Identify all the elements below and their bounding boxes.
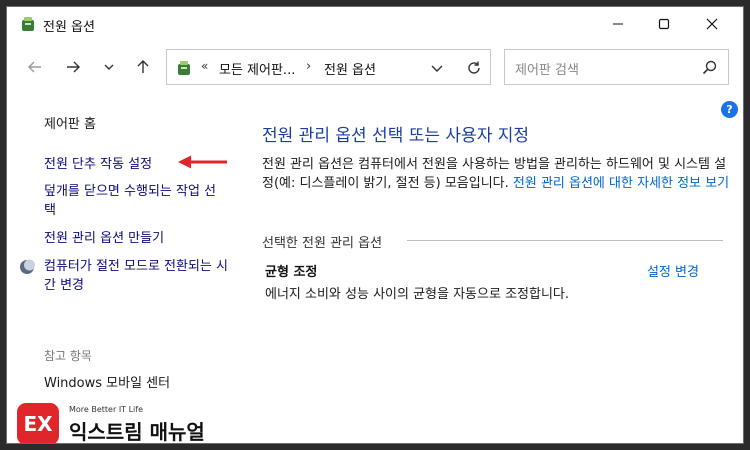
close-icon <box>706 18 718 30</box>
minimize-icon <box>613 23 623 25</box>
brand-watermark: EX More Better IT Life 익스트림 매뉴얼 <box>17 403 209 444</box>
up-button[interactable] <box>129 53 157 81</box>
arrow-left-icon <box>28 61 41 73</box>
minimize-button[interactable] <box>595 7 641 41</box>
page-description: 전원 관리 옵션은 컴퓨터에서 전원을 사용하는 방법을 관리하는 하드웨어 및… <box>262 155 732 193</box>
see-also-heading: 참고 항목 <box>44 349 92 363</box>
forward-button[interactable] <box>59 53 87 81</box>
refresh-icon[interactable] <box>465 59 483 77</box>
brand-logo: EX <box>17 403 59 443</box>
title-bar: 전원 옵션 <box>7 7 743 41</box>
window-title: 전원 옵션 <box>43 20 95 35</box>
arrow-up-icon <box>137 60 149 73</box>
maximize-button[interactable] <box>641 7 687 41</box>
power-options-address-icon <box>178 61 190 75</box>
chevron-down-icon <box>104 64 114 70</box>
chevron-down-icon[interactable] <box>429 60 445 76</box>
sidebar-item-lid-close-action[interactable]: 덮개를 닫으면 수행되는 작업 선택 <box>44 182 224 220</box>
power-options-window: 전원 옵션 « 모든 제어판... › 전원 옵션 제어판 검색 ? 제어판 홈… <box>6 6 744 444</box>
power-options-app-icon <box>22 17 34 31</box>
moon-icon <box>20 259 35 274</box>
recent-locations-button[interactable] <box>95 53 123 81</box>
help-icon[interactable]: ? <box>721 101 738 118</box>
brand-name: 익스트림 매뉴얼 <box>69 420 205 444</box>
red-arrow-annotation <box>178 155 227 169</box>
breadcrumb-power-options[interactable]: 전원 옵션 <box>324 59 376 78</box>
breadcrumb-separator[interactable]: › <box>306 59 311 74</box>
breadcrumb-all-control-panel[interactable]: 모든 제어판... <box>219 59 295 78</box>
search-icon[interactable] <box>701 59 719 77</box>
plan-name: 균형 조정 <box>265 265 318 280</box>
plan-description: 에너지 소비와 성능 사이의 균형을 자동으로 조정합니다. <box>265 287 570 302</box>
see-also-windows-mobility-center[interactable]: Windows 모바일 센터 <box>44 374 170 393</box>
arrow-right-icon <box>67 61 80 73</box>
search-box[interactable]: 제어판 검색 <box>504 49 729 85</box>
change-plan-settings-link[interactable]: 설정 변경 <box>647 261 699 280</box>
address-bar[interactable]: « 모든 제어판... › 전원 옵션 <box>166 49 491 85</box>
close-button[interactable] <box>689 7 735 41</box>
search-input[interactable]: 제어판 검색 <box>515 59 579 78</box>
maximize-icon <box>658 18 670 30</box>
back-button[interactable] <box>21 53 49 81</box>
sidebar-item-control-panel-home[interactable]: 제어판 홈 <box>44 115 96 134</box>
breadcrumb-overflow[interactable]: « <box>201 59 208 73</box>
sidebar-item-power-button-settings[interactable]: 전원 단추 작동 설정 <box>44 155 152 174</box>
sidebar-item-sleep-time[interactable]: 컴퓨터가 절전 모드로 전환되는 시간 변경 <box>44 257 229 295</box>
selected-plan-heading: 선택한 전원 관리 옵션 <box>262 236 383 251</box>
navigation-bar: « 모든 제어판... › 전원 옵션 제어판 검색 <box>7 45 743 91</box>
section-divider <box>407 240 723 241</box>
more-info-link[interactable]: 전원 관리 옵션에 대한 자세한 정보 보기 <box>513 176 729 191</box>
brand-tagline: More Better IT Life <box>69 405 144 414</box>
sidebar-item-create-power-plan[interactable]: 전원 관리 옵션 만들기 <box>44 229 164 248</box>
page-title: 전원 관리 옵션 선택 또는 사용자 지정 <box>262 126 530 146</box>
